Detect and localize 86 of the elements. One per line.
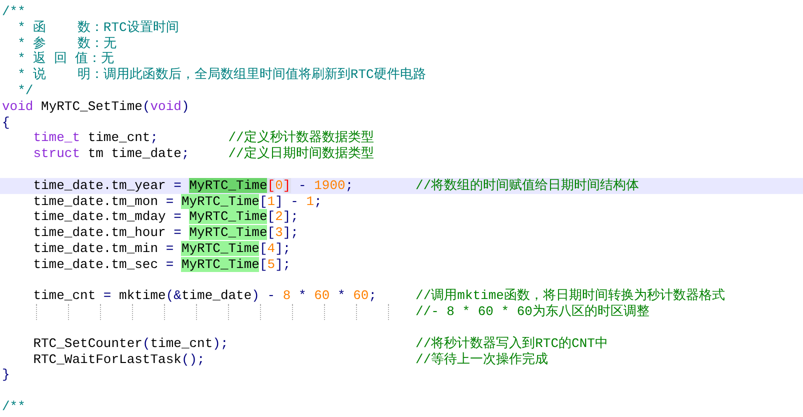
code-comment: //将秒计数器写入到RTC的CNT中: [414, 336, 608, 351]
keyword: void: [150, 98, 182, 114]
number-literal: 1900: [314, 178, 346, 193]
code-operator: ;: [345, 178, 354, 193]
code-comment: //等待上一次操作完成: [414, 352, 548, 367]
code-operator: (: [142, 336, 150, 351]
code-text: time_cnt: [32, 288, 96, 304]
code-operator: =: [172, 225, 182, 240]
number-literal: 3: [275, 225, 283, 240]
code-text: RTC_WaitForLastTask: [32, 352, 182, 367]
code-operator: ;: [150, 130, 158, 146]
code-operator: ;: [314, 194, 322, 209]
code-operator: (&: [166, 288, 182, 304]
code-text: time_cnt: [86, 130, 150, 146]
doc-comment: * 参 数：无: [16, 36, 116, 51]
code-operator: =: [102, 288, 112, 304]
code-operator: (: [142, 98, 150, 114]
code-text: time_date.tm_min: [32, 240, 158, 256]
code-operator: ];: [282, 225, 298, 240]
doc-comment: * 返 回 值：无: [16, 51, 114, 66]
number-literal: 60: [353, 288, 369, 304]
doc-comment: * 函 数：RTC设置时间: [16, 20, 179, 35]
code-text: time_cnt: [150, 336, 213, 351]
highlighted-identifier: MyRTC_Time: [189, 209, 268, 224]
number-literal: 1: [267, 194, 276, 209]
code-operator: =: [164, 240, 175, 256]
doc-comment: /**: [2, 398, 26, 414]
code-comment: //定义秒计数器数据类型: [227, 130, 374, 146]
number-literal: 60: [314, 288, 330, 304]
code-operator: *: [298, 288, 308, 304]
code-operator: );: [212, 336, 228, 351]
code-text: time_date.tm_mday: [32, 209, 166, 224]
keyword: time_t: [32, 130, 80, 146]
code-comment: //定义日期时间数据类型: [227, 146, 374, 162]
code-operator: [: [259, 194, 268, 209]
code-operator: =: [172, 178, 182, 193]
code-text: time_date.tm_sec: [32, 256, 158, 272]
code-text: MyRTC_SetTime: [40, 98, 142, 114]
keyword: struct: [32, 146, 80, 162]
number-literal: 4: [267, 240, 276, 256]
keyword: void: [2, 98, 34, 114]
code-operator: ] -: [275, 194, 300, 209]
code-text: time_date.tm_mon: [32, 194, 158, 209]
code-operator: [: [267, 225, 276, 240]
code-operator: ];: [275, 256, 291, 272]
code-operator: ];: [275, 240, 291, 256]
code-text: time_date.tm_year: [32, 178, 166, 193]
code-operator: ): [181, 98, 190, 114]
code-operator: }: [2, 367, 10, 382]
highlighted-identifier: MyRTC_Time: [181, 256, 260, 272]
code-operator: [: [259, 256, 268, 272]
doc-comment: * 说 明：调用此函数后，全局数组里时间值将刷新到RTC硬件电路: [16, 67, 426, 82]
code-text: mktime: [119, 288, 166, 304]
code-operator: {: [2, 114, 10, 130]
code-comment: //将数组的时间赋值给日期时间结构体: [414, 178, 640, 193]
doc-comment: /**: [2, 4, 26, 19]
code-operator: =: [164, 256, 175, 272]
code-operator: ) -: [252, 288, 276, 304]
code-operator: ();: [181, 352, 205, 367]
code-operator: [: [259, 240, 268, 256]
code-text: time_date: [181, 288, 252, 304]
highlighted-identifier: MyRTC_Time: [181, 240, 260, 256]
doc-comment: */: [16, 82, 34, 98]
highlighted-identifier: MyRTC_Time: [181, 194, 260, 209]
matched-bracket: ]: [282, 178, 291, 193]
number-literal: 2: [275, 209, 283, 224]
selected-identifier: MyRTC_Time: [189, 178, 268, 193]
number-literal: 1: [306, 194, 314, 209]
matched-bracket: [: [267, 178, 276, 193]
code-operator: =: [172, 209, 182, 224]
code-comment: //调用mktime函数，将日期时间转换为秒计数器格式: [414, 288, 725, 304]
code-text: tm time_date: [86, 146, 182, 162]
code-operator: ];: [282, 209, 298, 224]
code-comment: //- 8 * 60 * 60为东八区的时区调整: [414, 304, 650, 320]
number-literal: 8: [282, 288, 291, 304]
highlighted-identifier: MyRTC_Time: [189, 225, 268, 240]
code-operator: ;: [368, 288, 377, 304]
number-literal: 0: [275, 178, 283, 193]
code-operator: -: [297, 178, 308, 193]
code-operator: =: [166, 194, 175, 209]
code-text: time_date.tm_hour: [32, 225, 166, 240]
number-literal: 5: [267, 256, 276, 272]
code-operator: *: [336, 288, 346, 304]
code-operator: ;: [181, 146, 190, 162]
code-operator: [: [267, 209, 276, 224]
code-text: RTC_SetCounter: [32, 336, 142, 351]
